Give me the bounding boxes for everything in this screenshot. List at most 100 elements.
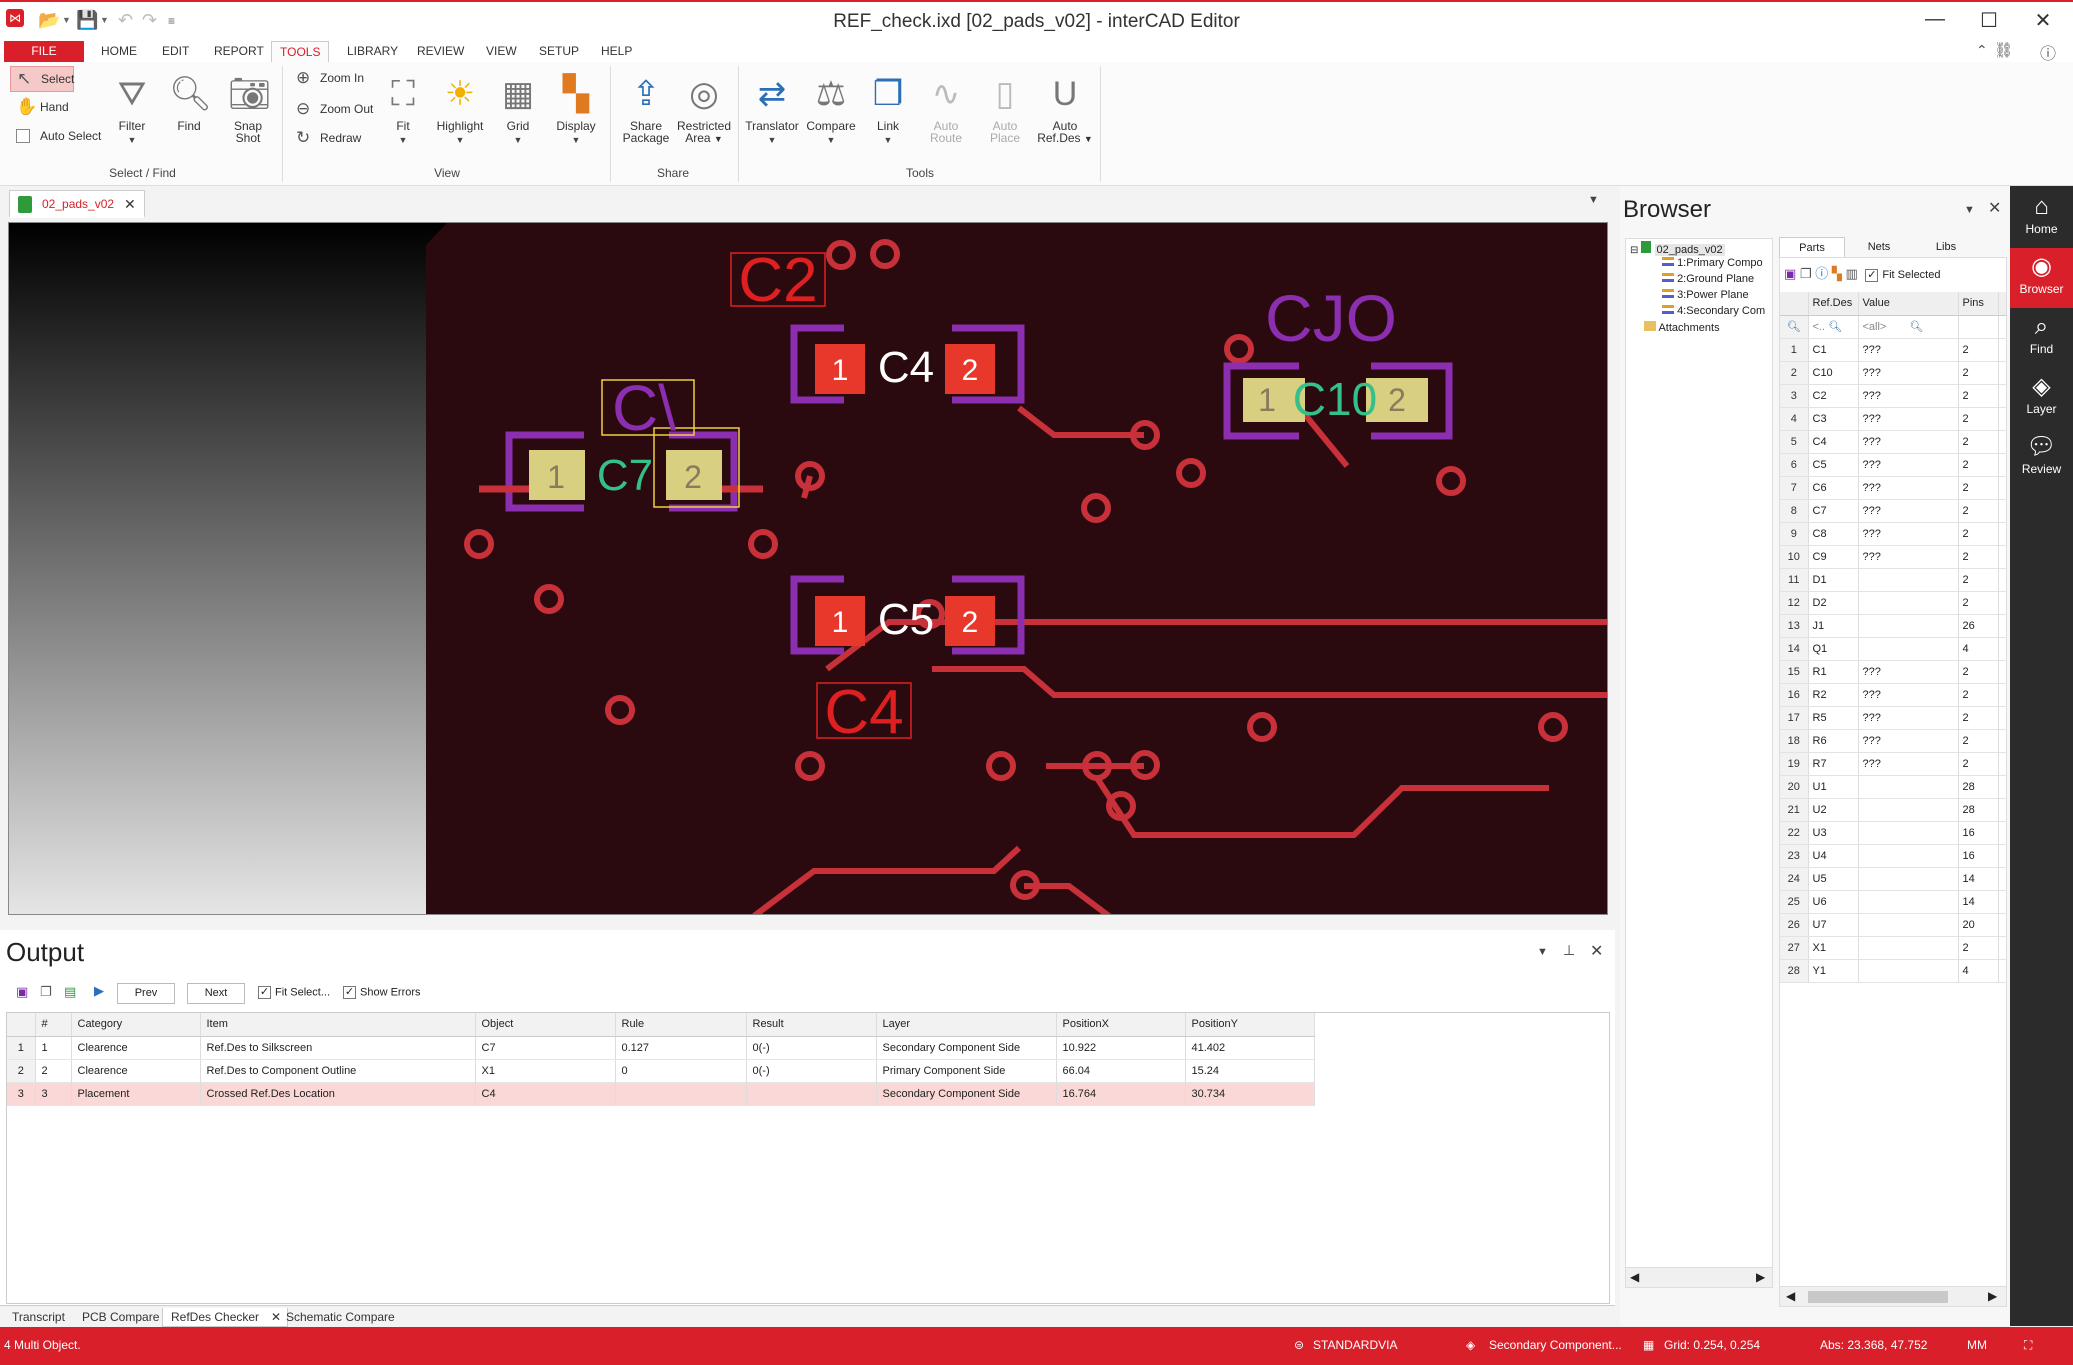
copy-icon[interactable]: ❐ [1800,266,1812,281]
zoom-out-button[interactable]: ⊖ Zoom Out [290,97,373,121]
menu-library[interactable]: LIBRARY [339,41,406,62]
help-icon[interactable]: ⓘ [2040,40,2056,64]
panel-dropdown-icon[interactable]: ▼ [1964,204,1975,216]
copy-icon[interactable]: ❐ [40,984,52,1000]
tree-horizontal-scrollbar[interactable]: ◀ ▶ [1626,1267,1772,1287]
show-errors-checkbox[interactable]: ✓ Show Errors [343,986,421,999]
menu-help[interactable]: HELP [593,41,640,62]
prev-button[interactable]: Prev [117,983,175,1004]
tree-node-layer-1[interactable]: 1:Primary Compo [1662,257,1763,269]
close-window-button[interactable]: ✕ [2018,8,2068,33]
col-object[interactable]: Object [475,1013,616,1037]
tree-node-layer-2[interactable]: 2:Ground Plane [1662,273,1754,285]
parts-row[interactable]: 1 C1??? 2 [1780,338,2007,362]
menu-report[interactable]: REPORT [206,41,272,62]
tab-pcb-compare[interactable]: PCB Compare [74,1308,167,1327]
scroll-left-icon[interactable]: ◀ [1630,1270,1639,1284]
display-button[interactable]: ▚ Display ▼ [541,74,611,146]
parts-row[interactable]: 5 C4??? 2 [1780,430,2007,454]
parts-row[interactable]: 13 J1 26 [1780,614,2007,638]
select-tool-button[interactable]: ↖ Select [10,66,74,92]
fullscreen-icon[interactable]: ⛶ [2024,1338,2032,1353]
parts-row[interactable]: 6 C5??? 2 [1780,453,2007,477]
output-row[interactable]: 3 3 Placement Crossed Ref.Des Location C4 Sec… [7,1082,1315,1106]
tree-node-layer-4[interactable]: 4:Secondary Com [1662,305,1765,317]
col-rule[interactable]: Rule [615,1013,747,1037]
menu-tools[interactable]: TOOLS [271,41,330,62]
tab-schematic-compare[interactable]: Schematic Compare [278,1308,403,1327]
menu-edit[interactable]: EDIT [154,41,197,62]
refdes-filter-input[interactable]: <.. 🔍︎ [1808,315,1859,339]
parts-row[interactable]: 25 U6 14 [1780,890,2007,914]
parts-row[interactable]: 20 U1 28 [1780,775,2007,799]
grid-status[interactable]: Grid: 0.254, 0.254 [1664,1338,1760,1352]
parts-row[interactable]: 16 R2??? 2 [1780,683,2007,707]
auto-refdes-button[interactable]: U Auto Ref.Des ▼ [1030,74,1100,145]
parts-row[interactable]: 10 C9??? 2 [1780,545,2007,569]
document-tab[interactable]: 02_pads_v02 ✕ [9,190,145,218]
run-icon[interactable]: ▶ [94,983,104,999]
layer-status[interactable]: Secondary Component... [1489,1338,1622,1352]
save-icon[interactable]: ▣ [1784,266,1796,281]
tab-nets[interactable]: Nets [1846,237,1912,257]
output-row[interactable]: 1 1 Clearence Ref.Des to Silkscreen C7 0.127 0… [7,1036,1315,1060]
parts-row[interactable]: 9 C8??? 2 [1780,522,2007,546]
tree-node-attachments[interactable]: Attachments [1644,321,1720,334]
via-status[interactable]: STANDARDVIA [1313,1338,1397,1352]
parts-row[interactable]: 23 U4 16 [1780,844,2007,868]
unit-status[interactable]: MM [1967,1338,1987,1352]
columns-icon[interactable]: ▥ [1845,266,1857,281]
sidebar-review[interactable]: 💬︎ Review [2010,428,2073,488]
menu-file[interactable]: FILE [4,41,84,62]
link-icon[interactable]: ⛓ [1994,41,2013,59]
pcb-drawing[interactable]: 1 2 C4 1 2 C10 1 2 C7 C\ 1 2 C5 C2 CJO C… [9,223,1608,915]
output-row[interactable]: 2 2 Clearence Ref.Des to Component Outline X… [7,1059,1315,1083]
tab-libs[interactable]: Libs [1913,237,1979,257]
maximize-button[interactable]: ☐ [1964,8,2014,33]
scroll-right-icon[interactable]: ▶ [1988,1289,1997,1303]
parts-row[interactable]: 14 Q1 4 [1780,637,2007,661]
auto-select-checkbox[interactable]: Auto Select [10,124,101,148]
parts-horizontal-scrollbar[interactable]: ◀ ▶ [1780,1286,2006,1306]
tree-node-layer-3[interactable]: 3:Power Plane [1662,289,1749,301]
parts-row[interactable]: 15 R1??? 2 [1780,660,2007,684]
refdes-silk-c1[interactable]: C\ [612,372,676,444]
select-all-cell[interactable] [7,1013,36,1037]
snapshot-button[interactable]: 📷︎ Snap Shot [213,74,283,144]
fit-selected-checkbox[interactable]: ✓ Fit Selected [1865,268,1940,282]
parts-row[interactable]: 3 C2??? 2 [1780,384,2007,408]
parts-row[interactable]: 21 U2 28 [1780,798,2007,822]
close-tab-icon[interactable]: ✕ [124,191,136,217]
parts-row[interactable]: 11 D1 2 [1780,568,2007,592]
fit-select-checkbox[interactable]: ✓ Fit Select... [258,986,330,999]
parts-row[interactable]: 4 C3??? 2 [1780,407,2007,431]
col-position-x[interactable]: PositionX [1056,1013,1186,1037]
panel-dropdown-icon[interactable]: ▼ [1537,946,1548,958]
tree-node-root[interactable]: ⊟ 02_pads_v02 [1630,241,1725,256]
redraw-button[interactable]: ↻ Redraw [290,126,361,150]
select-all-cell[interactable] [1780,292,1809,316]
menu-review[interactable]: REVIEW [409,41,472,62]
pins-filter-input[interactable] [1958,315,1999,339]
col-pins[interactable]: Pins [1958,292,1999,316]
sidebar-browser[interactable]: ◉ Browser [2010,248,2073,308]
save-icon[interactable]: ▣ [16,984,28,1000]
sidebar-find[interactable]: ⌕ Find [2010,308,2073,368]
refdes-silk-c4-crossed[interactable]: C4 [824,678,903,747]
value-filter-input[interactable]: <all> 🔍︎ [1858,315,1959,339]
parts-row[interactable]: 28 Y1 4 [1780,959,2007,983]
pin-panel-icon[interactable]: ⊥ [1563,942,1575,959]
scroll-left-icon[interactable]: ◀ [1786,1289,1795,1303]
col-item[interactable]: Item [200,1013,476,1037]
export-icon[interactable]: ▤ [64,984,76,1000]
col-value[interactable]: Value [1858,292,1959,316]
col-category[interactable]: Category [71,1013,201,1037]
parts-row[interactable]: 17 R5??? 2 [1780,706,2007,730]
scroll-right-icon[interactable]: ▶ [1756,1270,1765,1284]
collapse-ribbon-icon[interactable]: ⌃ [1976,42,1988,59]
parts-row[interactable]: 8 C7??? 2 [1780,499,2007,523]
col-result[interactable]: Result [746,1013,877,1037]
color-icon[interactable]: ▚ [1832,266,1842,281]
zoom-in-button[interactable]: ⊕ Zoom In [290,66,364,90]
col-layer[interactable]: Layer [876,1013,1057,1037]
